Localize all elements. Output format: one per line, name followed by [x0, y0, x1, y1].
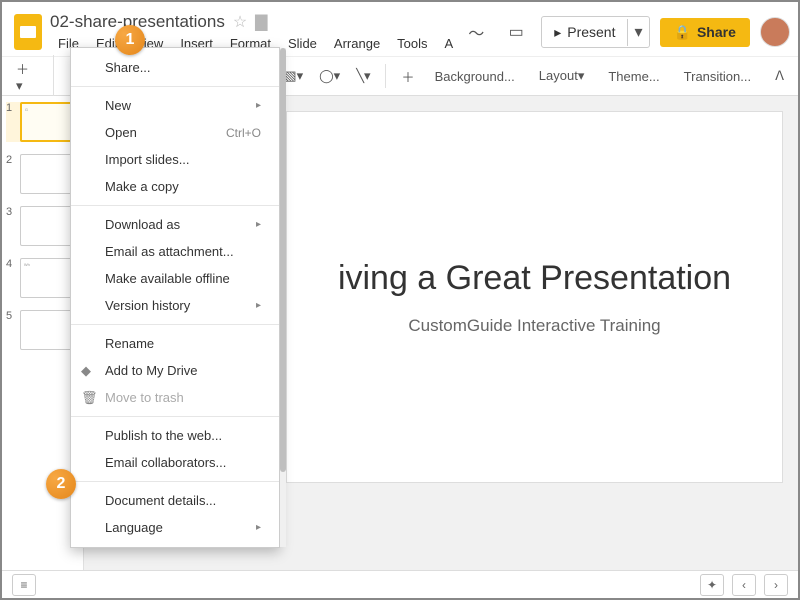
share-button[interactable]: 🔒 Share [660, 18, 750, 47]
drive-icon: ◆ [81, 363, 91, 379]
slide-canvas[interactable]: iving a Great Presentation CustomGuide I… [287, 112, 782, 482]
thumbnail-3[interactable]: 3 [6, 206, 79, 246]
present-dropdown-icon[interactable]: ▾ [628, 17, 648, 47]
lock-icon: 🔒 [674, 24, 691, 41]
folder-icon[interactable]: ▇ [255, 12, 267, 32]
chevron-right-icon: ▸ [256, 300, 261, 311]
menu-email-attachment[interactable]: Email as attachment... [71, 238, 279, 265]
chevron-right-icon: ▸ [256, 219, 261, 230]
play-icon: ▸ [554, 24, 561, 41]
new-slide-button[interactable]: ＋ ▾ [10, 55, 45, 98]
footer-bar: ≡ ✦ ‹ › [2, 570, 798, 598]
menu-language[interactable]: Language▸ [71, 514, 279, 541]
thumbnail-5[interactable]: 5 [6, 310, 79, 350]
prev-slide-icon[interactable]: ‹ [732, 574, 756, 596]
transition-button[interactable]: Transition... [674, 65, 761, 88]
activity-icon[interactable]: 〜 [461, 17, 491, 47]
avatar[interactable] [760, 17, 790, 47]
share-label: Share [697, 24, 736, 40]
star-icon[interactable]: ☆ [233, 12, 247, 32]
dropdown-scrollbar[interactable] [280, 48, 286, 547]
notes-toggle-icon[interactable]: ≡ [12, 574, 36, 596]
slide-title: iving a Great Presentation [338, 259, 731, 298]
explore-icon[interactable]: ✦ [700, 574, 724, 596]
layout-button[interactable]: Layout▾ [529, 64, 595, 88]
menu-move-to-trash[interactable]: 🗑Move to trash [71, 384, 279, 411]
background-button[interactable]: Background... [425, 65, 525, 88]
slide-subtitle: CustomGuide Interactive Training [408, 316, 660, 336]
menu-arrange[interactable]: Arrange [326, 34, 388, 53]
shape-icon[interactable]: ◯▾ [313, 64, 346, 88]
menu-share[interactable]: Share... [71, 54, 279, 81]
menu-open[interactable]: OpenCtrl+O [71, 119, 279, 146]
menu-tools[interactable]: Tools [389, 34, 435, 53]
chevron-right-icon: ▸ [256, 100, 261, 111]
callout-1: 1 [115, 25, 145, 55]
comments-icon[interactable]: ▭ [501, 17, 531, 47]
thumbnail-2[interactable]: 2 [6, 154, 79, 194]
present-button[interactable]: ▸ Present ▾ [541, 16, 649, 48]
menu-rename[interactable]: Rename [71, 330, 279, 357]
menu-publish-to-web[interactable]: Publish to the web... [71, 422, 279, 449]
chevron-right-icon: ▸ [256, 522, 261, 533]
menu-document-details[interactable]: Document details... [71, 487, 279, 514]
line-icon[interactable]: ╲▾ [350, 64, 376, 88]
thumbnail-1[interactable]: 1 G [6, 102, 79, 142]
menu-make-copy[interactable]: Make a copy [71, 173, 279, 200]
menu-addons[interactable]: A [437, 34, 462, 53]
thumbnail-4[interactable]: 4 Wh [6, 258, 79, 298]
menu-download-as[interactable]: Download as▸ [71, 211, 279, 238]
slides-logo-icon[interactable] [14, 14, 42, 50]
trash-icon: 🗑 [81, 390, 98, 406]
menu-add-to-drive[interactable]: ◆Add to My Drive [71, 357, 279, 384]
menu-available-offline[interactable]: Make available offline [71, 265, 279, 292]
theme-button[interactable]: Theme... [598, 65, 669, 88]
menu-new[interactable]: New▸ [71, 92, 279, 119]
hide-menus-icon[interactable]: ᐱ [769, 64, 790, 88]
add-comment-icon[interactable]: ＋ [396, 63, 421, 90]
menu-email-collaborators[interactable]: Email collaborators... [71, 449, 279, 476]
menu-slide[interactable]: Slide [280, 34, 325, 53]
menu-import-slides[interactable]: Import slides... [71, 146, 279, 173]
next-slide-icon[interactable]: › [764, 574, 788, 596]
present-label: Present [567, 24, 615, 40]
callout-2: 2 [46, 469, 76, 499]
file-menu-dropdown: Share... New▸ OpenCtrl+O Import slides..… [70, 47, 280, 548]
menu-version-history[interactable]: Version history▸ [71, 292, 279, 319]
